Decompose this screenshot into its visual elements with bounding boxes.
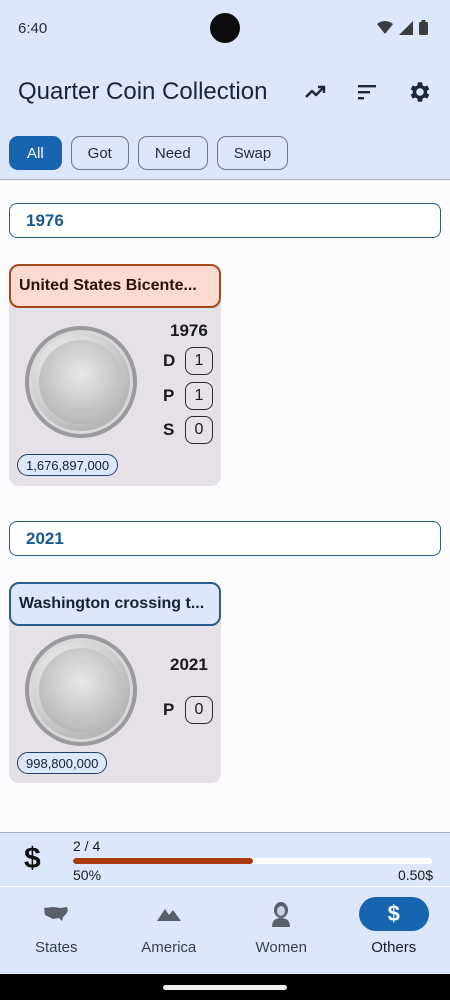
year-header-1976[interactable]: 1976 (9, 203, 441, 238)
mint-row-s: S 0 (163, 416, 213, 444)
filter-chip-swap[interactable]: Swap (216, 136, 289, 170)
progress-bar-fill (73, 858, 253, 864)
mountains-icon (156, 909, 181, 921)
nav-label-others: Others (371, 939, 417, 956)
coin-title-text: United States Bicente... (19, 277, 197, 294)
nav-item-women[interactable]: Women (225, 887, 338, 974)
wifi-icon (377, 20, 393, 34)
trending-up-button[interactable] (301, 78, 329, 106)
mintage-badge: 1,676,897,000 (17, 454, 119, 476)
nav-item-states[interactable]: States (0, 887, 113, 974)
gear-icon (410, 82, 430, 102)
nav-pill (134, 897, 204, 931)
sort-icon (358, 85, 376, 100)
progress-value: 0.50$ (397, 867, 433, 883)
nav-item-others[interactable]: $ Others (338, 887, 450, 974)
year-header-2021[interactable]: 2021 (9, 521, 441, 556)
trending-up-icon (305, 85, 326, 98)
mint-row-d: D 1 (163, 347, 213, 375)
mint-count-p[interactable]: 0 (185, 696, 213, 724)
app-title: Quarter Coin Collection (18, 78, 268, 105)
filter-chip-got[interactable]: Got (70, 136, 129, 170)
progress-count: 2 / 4 (73, 838, 101, 854)
coin-card[interactable]: United States Bicente... 1976 D 1 P 1 S … (9, 264, 221, 486)
mintage-badge: 998,800,000 (17, 752, 108, 774)
sort-button[interactable] (353, 78, 381, 106)
filter-chips: All Got Need Swap (9, 136, 289, 170)
status-icons (377, 20, 428, 35)
mint-letter: P (163, 386, 175, 405)
us-map-icon (44, 907, 69, 921)
filter-chip-need[interactable]: Need (137, 136, 208, 170)
home-indicator[interactable] (163, 985, 287, 990)
nav-item-america[interactable]: America (113, 887, 226, 974)
mint-count-p[interactable]: 1 (185, 382, 213, 410)
system-gesture-bar (0, 974, 450, 1000)
coin-card-title: Washington crossing t... (9, 582, 221, 626)
nav-label-america: America (141, 939, 197, 956)
mint-letter: P (163, 700, 175, 719)
mint-row-p: P 0 (163, 696, 213, 724)
filter-chip-all[interactable]: All (9, 136, 62, 170)
nav-label-states: States (34, 939, 78, 956)
coin-image (25, 634, 137, 746)
bottom-navigation: States America Women $ Others (0, 887, 450, 974)
status-time: 6:40 (18, 20, 48, 37)
mint-letter: S (163, 420, 175, 439)
mint-count-d[interactable]: 1 (185, 347, 213, 375)
mint-count-s[interactable]: 0 (185, 416, 213, 444)
status-bar: 6:40 (0, 0, 450, 58)
progress-bar (73, 858, 432, 864)
collection-progress: $ 2 / 4 50% 0.50$ (0, 832, 450, 886)
mint-letter: D (163, 351, 176, 370)
progress-percent: 50% (73, 867, 102, 883)
coin-year: 2021 (170, 655, 208, 674)
coin-card-title: United States Bicente... (9, 264, 221, 308)
mint-row-p: P 1 (163, 382, 213, 410)
camera-cutout (210, 13, 240, 43)
woman-icon (272, 902, 291, 927)
app-bar: Quarter Coin Collection All Got Need Swa… (0, 58, 450, 180)
battery-icon (419, 20, 428, 35)
nav-pill: $ (358, 897, 429, 931)
nav-pill (246, 897, 316, 931)
nav-label-women: Women (255, 939, 307, 956)
coin-card[interactable]: Washington crossing t... 2021 P 0 998,80… (9, 582, 221, 783)
coin-title-text: Washington crossing t... (19, 595, 205, 612)
settings-button[interactable] (405, 78, 433, 106)
nav-pill (21, 897, 91, 931)
signal-icon (399, 20, 413, 35)
coin-list[interactable]: 1976 United States Bicente... 1976 D 1 P… (0, 181, 450, 832)
coin-year: 1976 (170, 321, 208, 340)
dollar-icon: $ (387, 901, 400, 926)
dollar-symbol: $ (24, 842, 41, 875)
coin-image (25, 326, 137, 438)
